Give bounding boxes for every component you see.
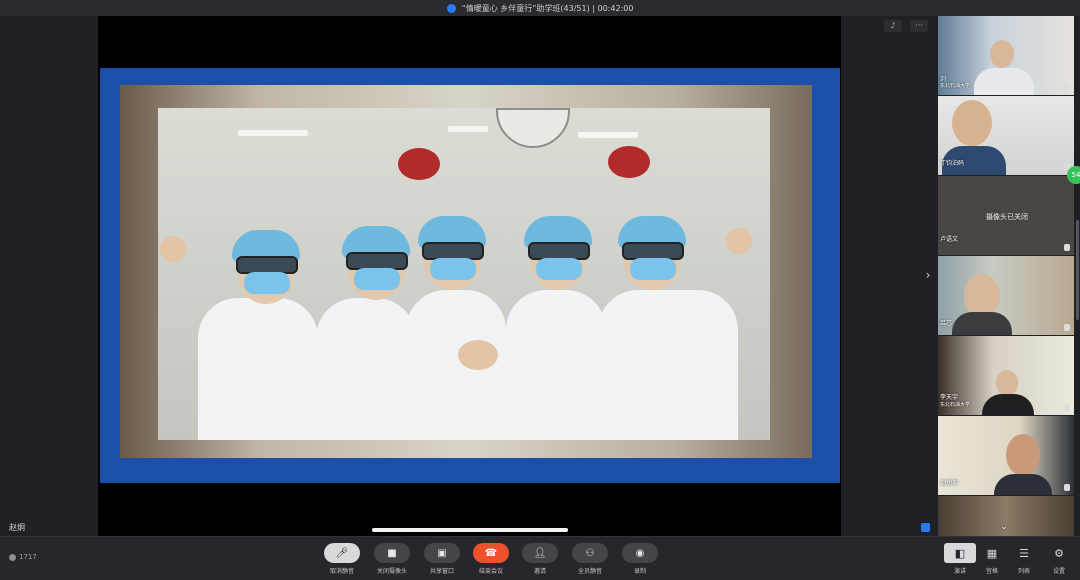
slide-main-photo <box>158 108 770 440</box>
gallery-toggle-arrow-icon[interactable]: › <box>922 262 934 288</box>
signal-text: 1717 <box>19 553 37 561</box>
ceiling-light <box>448 126 488 132</box>
presenter-name: 赵炯 <box>9 523 25 532</box>
invite-icon: 👤︎ <box>533 547 547 559</box>
participant-count-badge[interactable]: 54 <box>1067 166 1080 184</box>
settings-button[interactable]: ⚙ 设置 <box>1043 543 1075 576</box>
gallery-scrollbar[interactable] <box>1076 220 1079 320</box>
camera-icon: ■ <box>387 547 397 559</box>
speaker-view-icon: ◧ <box>954 546 966 560</box>
participant-tile[interactable]: 刘 东北石油大学 <box>938 16 1074 97</box>
grid-view-button[interactable]: ▦ 宫格 <box>976 543 1008 576</box>
wall-clock <box>496 108 570 148</box>
hang-up-icon: ☎︎ <box>484 547 498 559</box>
photo-person <box>398 174 508 440</box>
app-logo-icon <box>446 3 456 13</box>
list-view-icon: ☰ <box>1019 546 1029 560</box>
gallery-scroll-down-icon[interactable]: ⌄ <box>1000 522 1008 532</box>
title-bar: “情暖童心 乡伴童行”助学班(43/51) | 00:42:00 <box>0 0 1080 16</box>
speaker-view-button[interactable]: ◧ 演讲 <box>944 543 976 575</box>
window-title: “情暖童心 乡伴童行”助学班(43/51) | 00:42:00 <box>461 3 634 13</box>
mic-off-icon: 🎤︎ <box>335 547 349 559</box>
ceiling-light <box>578 132 638 138</box>
grid-view-icon: ▦ <box>986 546 998 560</box>
unmute-button[interactable]: 🎤︎ 取消静音 <box>324 543 360 575</box>
participant-name: 刘润坤 <box>940 480 959 487</box>
signal-icon <box>9 553 16 561</box>
mute-all-button[interactable]: ⚇ 全员静音 <box>572 543 608 575</box>
participant-tile[interactable]: 吕芯 <box>938 256 1074 337</box>
mic-icon <box>1064 324 1070 331</box>
stage-top-controls: ♪ ··· <box>884 20 928 32</box>
participant-tile[interactable]: ⌄ <box>938 496 1074 538</box>
photo-person <box>188 178 318 440</box>
network-signal: 1717 <box>9 553 37 561</box>
participant-name: 李天宇 <box>940 394 959 401</box>
mic-icon <box>1064 84 1070 91</box>
camera-off-button[interactable]: ■ 关闭摄像头 <box>374 543 410 575</box>
participant-tile[interactable]: 丁钧泊码 <box>938 96 1074 177</box>
mic-icon <box>1064 484 1070 491</box>
record-button[interactable]: ◉ 录制 <box>622 543 658 575</box>
mic-icon <box>1064 404 1070 411</box>
participant-name: 吕芯 <box>940 320 953 327</box>
end-meeting-button[interactable]: ☎︎ 结束会议 <box>473 543 509 575</box>
camera-off-label: 摄像头已关闭 <box>986 213 1028 221</box>
network-status-icon <box>921 523 930 532</box>
invite-button[interactable]: 👤︎ 邀请 <box>522 543 558 575</box>
mic-icon <box>1064 244 1070 251</box>
participant-name: 丁钧泊码 <box>940 160 965 167</box>
raised-fist <box>160 236 186 262</box>
participant-gallery: 刘 东北石油大学 丁钧泊码 摄像头已关闭 卢语文 吕芯 李天宇 东北石油大学 刘… <box>938 16 1075 538</box>
ceiling-light <box>238 130 308 136</box>
participant-subtitle: 东北石油大学 <box>940 83 971 89</box>
mute-all-icon: ⚇ <box>585 547 595 559</box>
record-icon: ◉ <box>635 547 645 559</box>
participant-tile[interactable]: 李天宇 东北石油大学 <box>938 336 1074 417</box>
mic-indicator-icon: ♪ <box>884 20 902 32</box>
meeting-toolbar: 1717 🎤︎ 取消静音 ■ 关闭摄像头 ▣ 共享窗口 ☎︎ 结束会议 👤︎ 邀… <box>0 536 1080 580</box>
stage-scroll-indicator[interactable] <box>372 528 568 532</box>
left-gutter <box>0 16 98 536</box>
participant-tile[interactable]: 刘润坤 <box>938 416 1074 497</box>
share-window-button[interactable]: ▣ 共享窗口 <box>424 543 460 575</box>
list-view-button[interactable]: ☰ 列表 <box>1008 543 1040 576</box>
participant-name: 卢语文 <box>940 236 959 243</box>
settings-icon: ⚙ <box>1054 546 1064 560</box>
photo-person <box>588 172 738 440</box>
joined-hands <box>458 340 498 370</box>
more-options-icon[interactable]: ··· <box>910 20 928 32</box>
participant-tile[interactable]: 摄像头已关闭 卢语文 <box>938 176 1074 257</box>
raised-fist <box>726 228 752 254</box>
share-screen-icon: ▣ <box>437 547 447 559</box>
participant-subtitle: 东北石油大学 <box>940 402 971 408</box>
